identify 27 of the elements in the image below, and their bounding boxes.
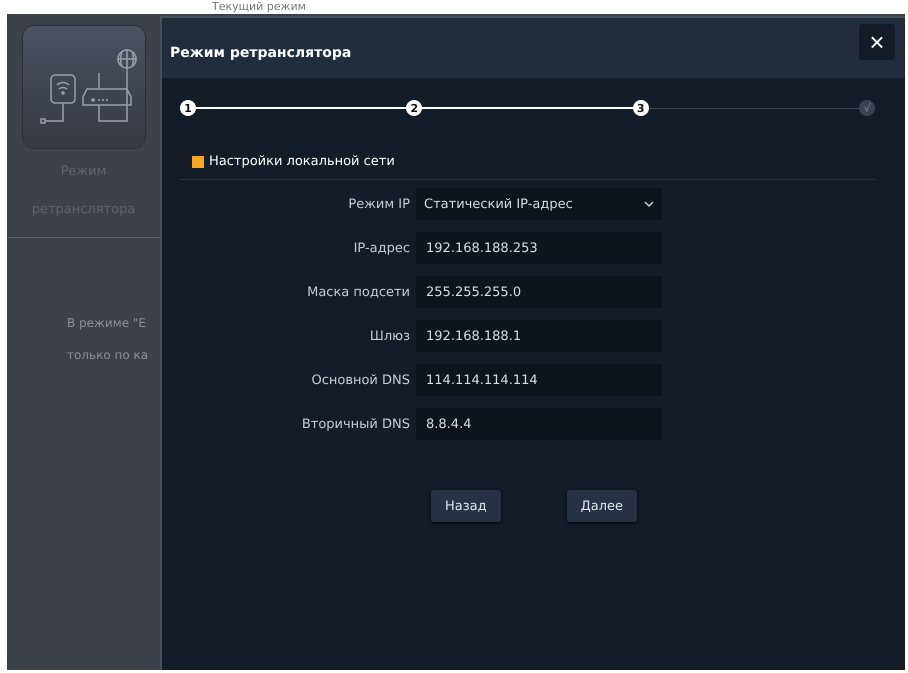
field-label: Шлюз: [368, 328, 410, 344]
input-field[interactable]: 255.255.255.0: [416, 276, 662, 308]
mode-card[interactable]: [22, 25, 146, 149]
dialog-button[interactable]: Далее: [566, 490, 638, 522]
field-label: Режим IP: [347, 196, 410, 212]
step-marker: 2: [406, 100, 422, 116]
dropdown-field[interactable]: Статический IP-адрес: [416, 188, 662, 220]
step-marker: √: [858, 100, 875, 116]
description-text: только по ка: [67, 348, 148, 362]
step-marker: 3: [632, 100, 649, 116]
section-marker-icon: [192, 156, 204, 168]
dialog-title: Режим ретранслятора: [170, 45, 352, 61]
field-label: Основной DNS: [310, 372, 410, 388]
field-label: Вторичный DNS: [300, 416, 410, 432]
step-marker: 1: [180, 100, 196, 116]
section-title: Настройки локальной сети: [209, 154, 395, 169]
field-label: IP-адрес: [352, 240, 410, 256]
input-field[interactable]: 192.168.188.253: [416, 232, 662, 264]
dialog-button[interactable]: Назад: [431, 490, 501, 522]
input-field[interactable]: 8.8.4.4: [416, 408, 662, 440]
description-text: В режиме "Е: [67, 316, 148, 330]
section-label: Текущий режим: [212, 0, 306, 13]
input-field[interactable]: 114.114.114.114: [416, 364, 662, 396]
input-field[interactable]: 192.168.188.1: [416, 320, 662, 352]
chevron-icon: [644, 201, 654, 207]
field-label: Маска подсети: [306, 284, 410, 300]
close-button[interactable]: ×: [859, 24, 895, 60]
